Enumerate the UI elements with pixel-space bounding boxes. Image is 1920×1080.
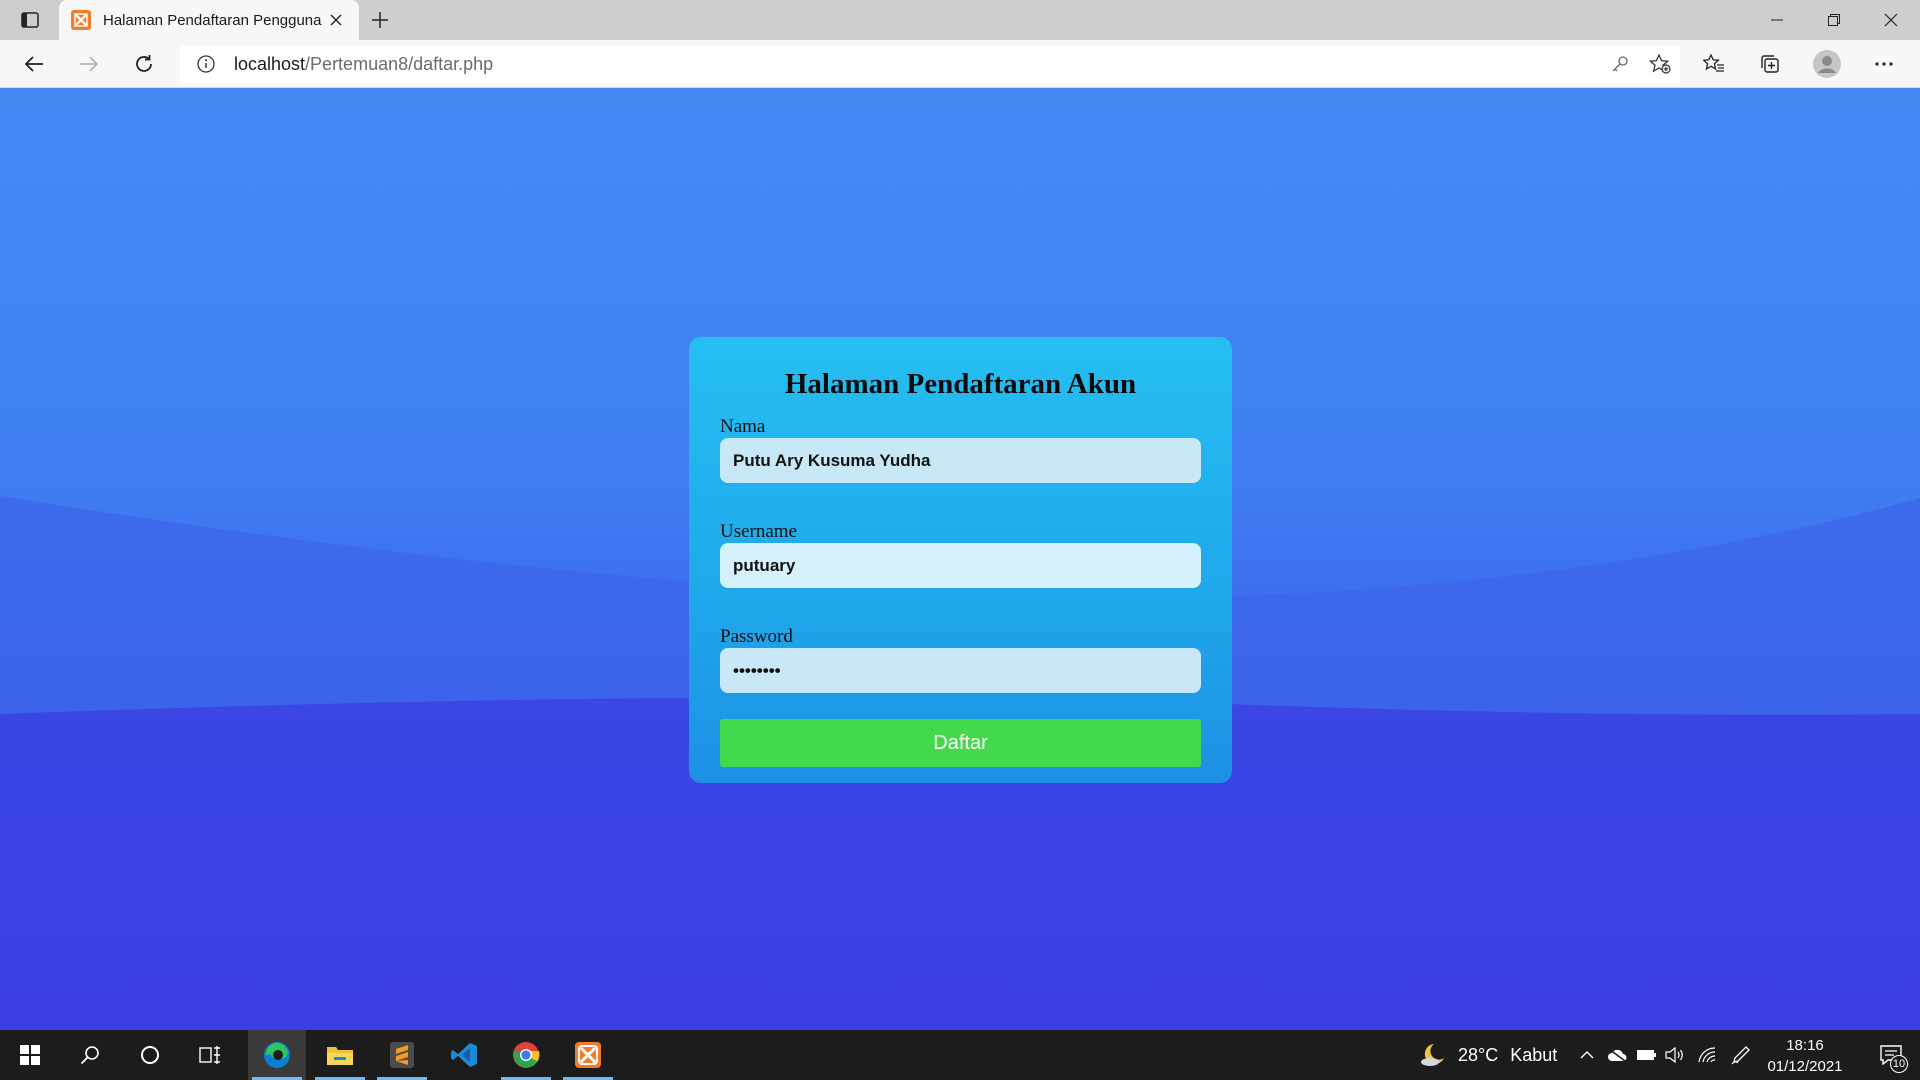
password-label: Password [720, 626, 793, 647]
speaker-icon [1665, 1047, 1683, 1063]
close-icon [1884, 13, 1897, 27]
password-key-icon[interactable] [1600, 45, 1640, 83]
username-label: Username [720, 521, 798, 542]
site-info-icon[interactable] [186, 45, 226, 83]
taskbar-sublime-text[interactable] [373, 1030, 431, 1080]
add-favorite-icon[interactable] [1640, 45, 1680, 83]
password-input[interactable] [720, 648, 1201, 693]
close-icon [330, 14, 342, 26]
file-explorer-icon [327, 1047, 353, 1065]
edge-icon [264, 1042, 290, 1068]
avatar-icon [1813, 50, 1841, 78]
taskbar-edge[interactable] [248, 1030, 306, 1080]
restore-button[interactable] [1805, 0, 1862, 40]
weather-temperature: 28°C [1458, 1044, 1499, 1065]
password-group: Password [720, 626, 1201, 693]
weather-condition: Kabut [1510, 1044, 1558, 1065]
minimize-icon [1770, 19, 1783, 21]
new-tab-button[interactable] [366, 6, 394, 34]
url-host: localhost [234, 53, 306, 74]
sublime-text-icon [390, 1042, 414, 1068]
battery-tray[interactable] [1632, 1030, 1662, 1080]
taskbar-xampp[interactable] [559, 1030, 617, 1080]
tab-title: Halaman Pendaftaran Pengguna [103, 11, 322, 29]
cloud-offline-icon [1608, 1048, 1627, 1062]
taskbar-chrome[interactable] [497, 1030, 555, 1080]
arrow-right-icon [80, 56, 99, 72]
xampp-icon [575, 1042, 601, 1068]
taskbar-file-explorer[interactable] [311, 1030, 369, 1080]
close-window-button[interactable] [1862, 0, 1919, 40]
system-clock[interactable]: 18:16 01/12/2021 [1760, 1035, 1850, 1077]
tab-actions-button[interactable] [14, 8, 46, 32]
clock-time: 18:16 [1786, 1037, 1824, 1054]
tab-strip: Halaman Pendaftaran Pengguna [0, 0, 1920, 40]
search-icon [80, 1046, 99, 1065]
browser-toolbar: localhost/Pertemuan8/daftar.php [0, 40, 1920, 88]
wifi-icon [1698, 1047, 1716, 1063]
cortana-button[interactable] [125, 1030, 175, 1080]
plus-icon [372, 12, 388, 28]
refresh-button[interactable] [126, 48, 162, 80]
pen-icon [1731, 1046, 1750, 1065]
forward-button[interactable] [71, 48, 107, 80]
onedrive-tray[interactable] [1602, 1030, 1632, 1080]
battery-icon [1637, 1050, 1656, 1060]
search-button[interactable] [65, 1030, 115, 1080]
profile-button[interactable] [1809, 48, 1845, 80]
browser-tab[interactable]: Halaman Pendaftaran Pengguna [59, 0, 359, 40]
action-center-button[interactable]: 10 [1866, 1030, 1916, 1080]
registration-card: Halaman Pendaftaran Akun Nama Username P… [689, 337, 1232, 783]
collections-button[interactable] [1752, 48, 1788, 80]
address-bar[interactable]: localhost/Pertemuan8/daftar.php [180, 45, 1680, 83]
task-view-icon [199, 1046, 220, 1064]
cortana-icon [141, 1046, 159, 1064]
pen-tray[interactable] [1726, 1030, 1756, 1080]
favorites-button[interactable] [1696, 48, 1732, 80]
nama-group: Nama [720, 416, 1201, 483]
collections-icon [1761, 55, 1779, 73]
start-button[interactable] [5, 1030, 55, 1080]
username-input[interactable] [720, 543, 1201, 588]
url-text[interactable]: localhost/Pertemuan8/daftar.php [234, 54, 1600, 75]
arrow-left-icon [24, 56, 43, 72]
tab-actions-icon [21, 12, 39, 28]
vscode-icon [451, 1043, 477, 1067]
favorites-icon [1703, 54, 1724, 72]
chevron-up-icon [1580, 1051, 1594, 1059]
back-button[interactable] [16, 48, 52, 80]
windows-taskbar: 28°C Kabut 18:16 01/12/2021 10 [0, 1030, 1920, 1080]
more-horizontal-icon [1875, 62, 1893, 66]
url-path: /Pertemuan8/daftar.php [305, 53, 494, 74]
username-group: Username [720, 521, 1201, 588]
volume-tray[interactable] [1660, 1030, 1690, 1080]
daftar-button[interactable]: Daftar [720, 719, 1201, 767]
windows-start-icon [20, 1045, 40, 1065]
task-view-button[interactable] [185, 1030, 235, 1080]
weather-widget[interactable]: 28°C Kabut [1420, 1030, 1557, 1080]
clock-date: 01/12/2021 [1767, 1058, 1843, 1075]
refresh-icon [136, 55, 152, 72]
form-title: Halaman Pendaftaran Akun [784, 368, 1137, 400]
minimize-button[interactable] [1748, 0, 1805, 40]
nama-input[interactable] [720, 438, 1201, 483]
nama-label: Nama [720, 416, 766, 437]
restore-icon [1827, 14, 1840, 26]
show-hidden-icons-button[interactable] [1572, 1030, 1602, 1080]
tab-close-button[interactable] [325, 9, 347, 31]
notification-count-badge: 10 [1890, 1055, 1908, 1073]
settings-more-button[interactable] [1866, 48, 1902, 80]
moon-cloud-icon [1421, 1044, 1444, 1066]
chrome-icon [513, 1042, 540, 1068]
xampp-favicon-icon [71, 10, 91, 30]
network-tray[interactable] [1692, 1030, 1722, 1080]
page-background: Halaman Pendaftaran Akun Nama Username P… [0, 88, 1920, 1030]
taskbar-vscode[interactable] [435, 1030, 493, 1080]
